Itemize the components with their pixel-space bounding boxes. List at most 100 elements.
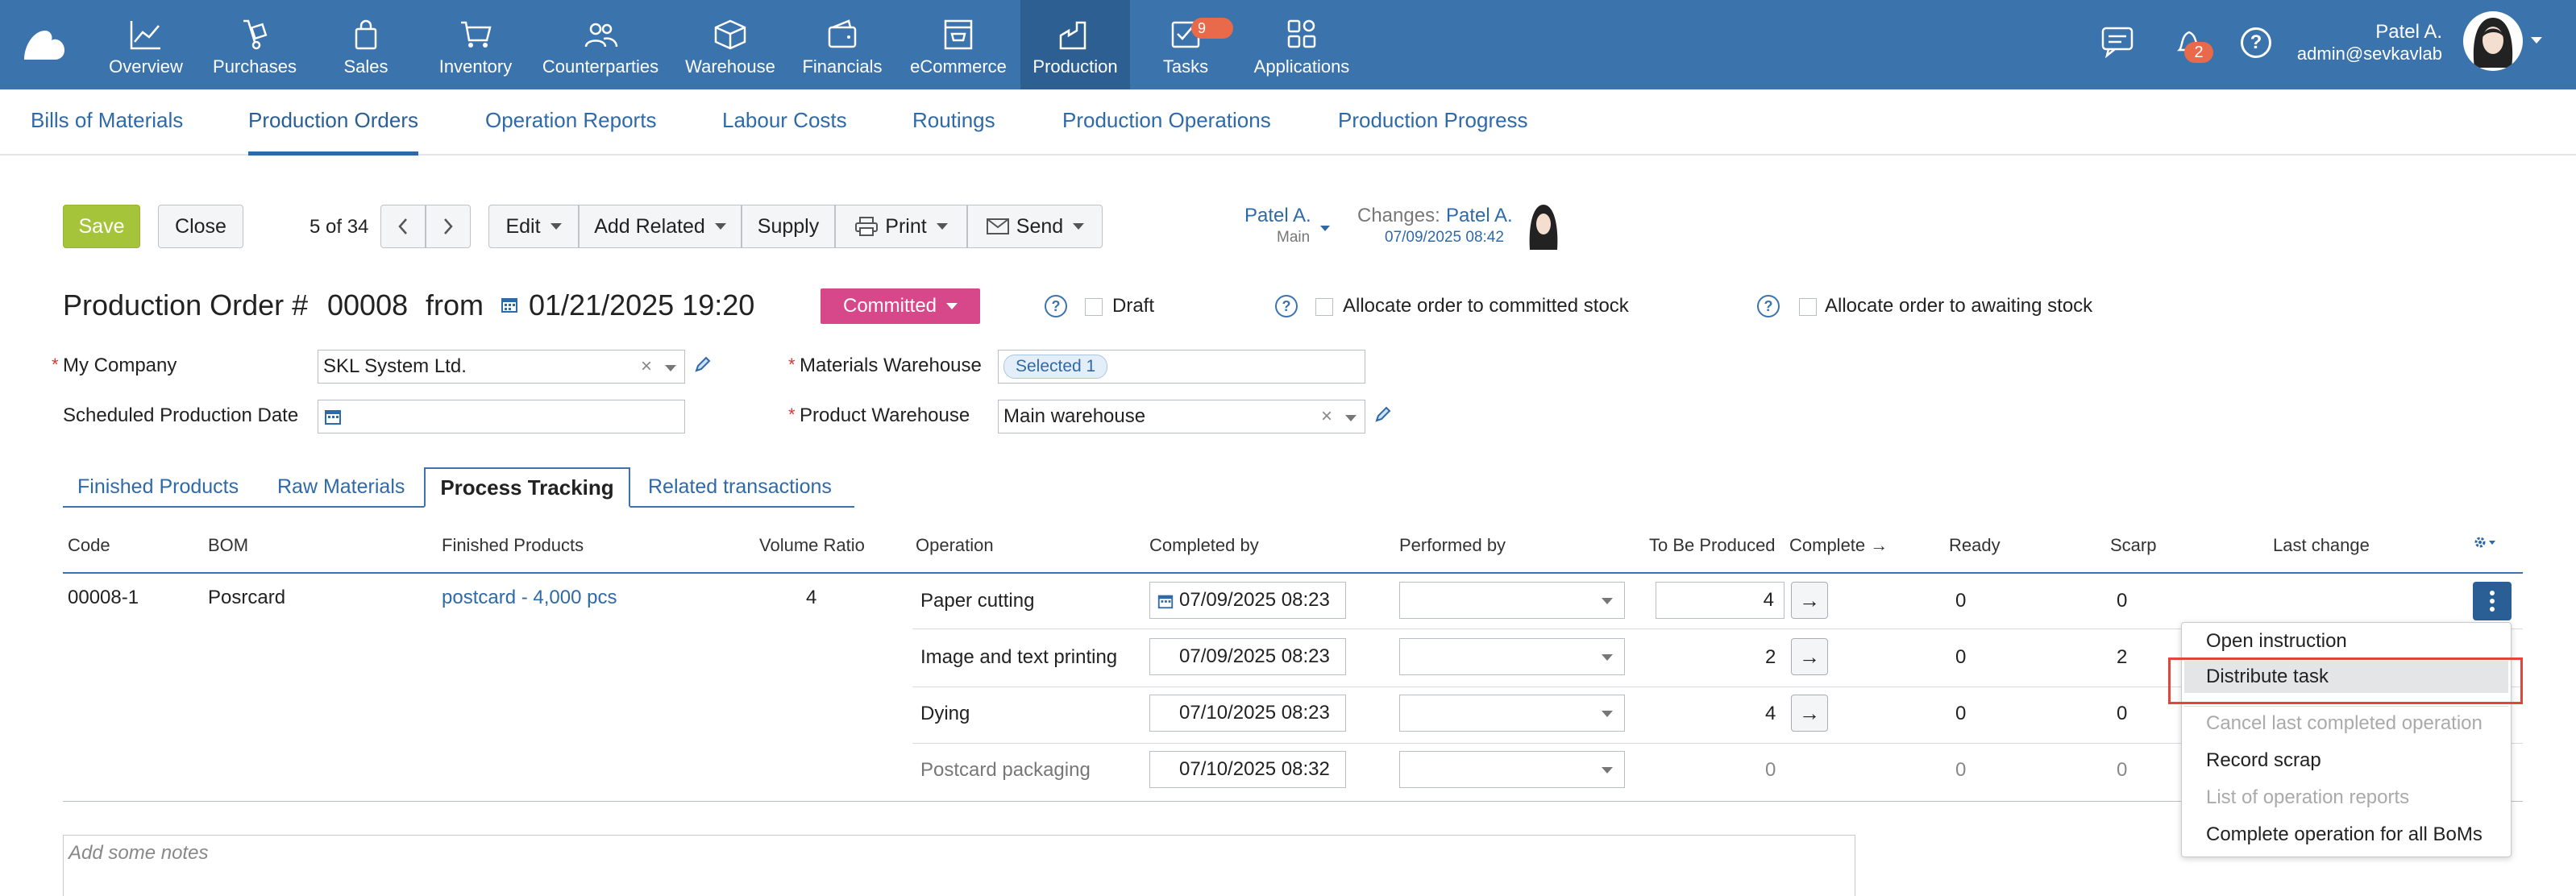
complete-arrow-button[interactable]: → <box>1791 582 1828 619</box>
caret-down-icon <box>714 223 726 230</box>
next-record-button[interactable] <box>426 205 471 248</box>
highlight-box <box>2168 657 2523 704</box>
row-actions-kebab-button[interactable] <box>2473 582 2512 620</box>
subnav-production-orders[interactable]: Production Orders <box>248 89 418 156</box>
subnav-bills-of-materials[interactable]: Bills of Materials <box>31 89 183 156</box>
clear-icon[interactable]: × <box>641 355 652 378</box>
table-bottom-line <box>63 801 2523 802</box>
performed-by-select[interactable] <box>1399 582 1625 619</box>
tab-related-transactions[interactable]: Related transactions <box>648 475 832 499</box>
tab-finished-products[interactable]: Finished Products <box>77 475 239 499</box>
tab-process-tracking[interactable]: Process Tracking <box>424 467 630 508</box>
avatar[interactable] <box>2463 11 2523 71</box>
nav-label: Warehouse <box>685 56 775 77</box>
scrap-value: 0 <box>2117 703 2128 724</box>
menu-open-instruction[interactable]: Open instruction <box>2206 630 2347 653</box>
completed-by-field[interactable]: 07/09/2025 08:23 <box>1149 638 1346 675</box>
status-dropdown[interactable]: Committed <box>821 288 980 324</box>
my-company-field[interactable]: SKL System Ltd. × <box>318 350 685 384</box>
nav-inventory[interactable]: Inventory <box>434 0 517 89</box>
nav-counterparties[interactable]: Counterparties <box>540 0 661 89</box>
nav-label: Production <box>1032 56 1118 77</box>
help-allocate-awaiting-icon[interactable]: ? <box>1757 295 1780 317</box>
operation-name: Postcard packaging <box>920 759 1091 781</box>
close-button[interactable]: Close <box>158 205 243 248</box>
help-allocate-committed-icon[interactable]: ? <box>1275 295 1298 317</box>
help-draft-icon[interactable]: ? <box>1045 295 1067 317</box>
materials-warehouse-field[interactable]: Selected 1 <box>998 350 1365 384</box>
to-be-produced-value[interactable]: 2 <box>1765 646 1776 669</box>
nav-production[interactable]: Production <box>1020 0 1130 89</box>
performed-by-select[interactable] <box>1399 751 1625 788</box>
row-finished-product-link[interactable]: postcard - 4,000 pcs <box>442 587 617 609</box>
notes-textarea[interactable]: Add some notes <box>63 835 1855 896</box>
to-be-produced-input[interactable]: 4 <box>1656 582 1785 619</box>
nav-warehouse[interactable]: Warehouse <box>682 0 779 89</box>
nav-ecommerce[interactable]: eCommerce <box>906 0 1011 89</box>
product-warehouse-field[interactable]: Main warehouse × <box>998 400 1365 433</box>
nav-sales[interactable]: Sales <box>326 0 406 89</box>
subnav-operation-reports[interactable]: Operation Reports <box>485 89 656 156</box>
responsible-name[interactable]: Patel A. <box>1244 205 1311 227</box>
previous-record-button[interactable] <box>380 205 426 248</box>
supply-button[interactable]: Supply <box>742 205 835 248</box>
add-related-dropdown-button[interactable]: Add Related <box>579 205 742 248</box>
subnav-routings[interactable]: Routings <box>912 89 995 156</box>
calendar-icon[interactable] <box>323 407 343 426</box>
nav-label: Overview <box>109 56 183 77</box>
completed-by-field[interactable]: 07/09/2025 08:23 <box>1149 582 1346 619</box>
performed-by-select[interactable] <box>1399 638 1625 675</box>
complete-arrow-button[interactable]: → <box>1791 695 1828 732</box>
print-dropdown-button[interactable]: Print <box>835 205 967 248</box>
materials-warehouse-tag[interactable]: Selected 1 <box>1003 355 1108 379</box>
menu-complete-all-boms[interactable]: Complete operation for all BoMs <box>2206 823 2483 846</box>
completed-by-field[interactable]: 07/10/2025 08:23 <box>1149 695 1346 732</box>
to-be-produced-value[interactable]: 4 <box>1765 703 1776 725</box>
save-button[interactable]: Save <box>63 205 140 248</box>
chevron-down-icon[interactable] <box>2531 37 2542 44</box>
allocate-awaiting-checkbox[interactable] <box>1799 298 1817 316</box>
row-bom: Posrcard <box>208 587 286 608</box>
logo[interactable] <box>21 24 68 63</box>
send-dropdown-button[interactable]: Send <box>967 205 1103 248</box>
ready-value: 0 <box>1955 646 1967 668</box>
tab-raw-materials[interactable]: Raw Materials <box>277 475 405 499</box>
nav-purchases[interactable]: Purchases <box>206 0 303 89</box>
chevron-down-icon[interactable] <box>665 365 676 371</box>
complete-arrow-button[interactable]: → <box>1791 638 1828 675</box>
subnav-production-progress[interactable]: Production Progress <box>1338 89 1528 156</box>
allocate-committed-checkbox[interactable] <box>1315 298 1333 316</box>
chevron-down-icon[interactable] <box>1345 415 1357 421</box>
col-completed-by: Completed by <box>1149 535 1259 555</box>
changes-user[interactable]: Patel A. <box>1446 205 1513 227</box>
nav-tasks[interactable]: Tasks <box>1141 0 1230 89</box>
menu-record-scrap[interactable]: Record scrap <box>2206 749 2321 772</box>
required-mark: * <box>52 355 59 375</box>
edit-warehouse-icon[interactable] <box>1373 404 1393 424</box>
responsible-chevron-icon[interactable] <box>1320 226 1330 231</box>
kebab-dot <box>2490 599 2495 604</box>
order-date[interactable]: 01/21/2025 19:20 <box>529 288 754 322</box>
subnav-labour-costs[interactable]: Labour Costs <box>722 89 847 156</box>
clear-icon[interactable]: × <box>1321 405 1332 428</box>
edit-dropdown-button[interactable]: Edit <box>488 205 579 248</box>
nav-label: Counterparties <box>542 56 659 77</box>
notifications-badge: 2 <box>2184 42 2213 63</box>
calendar-icon[interactable] <box>500 295 519 314</box>
arrow-right-icon: → <box>1870 535 1888 555</box>
draft-checkbox[interactable] <box>1085 298 1103 316</box>
help-icon[interactable]: ? <box>2241 27 2271 58</box>
subnav-production-operations[interactable]: Production Operations <box>1062 89 1271 156</box>
col-bom: BOM <box>208 535 249 555</box>
column-settings-gear-icon[interactable] <box>2473 535 2502 553</box>
nav-applications[interactable]: Applications <box>1241 0 1362 89</box>
nav-financials[interactable]: Financials <box>798 0 887 89</box>
chat-icon[interactable] <box>2100 26 2134 59</box>
performed-by-select[interactable] <box>1399 695 1625 732</box>
calendar-icon[interactable] <box>1157 592 1174 610</box>
scheduled-date-field[interactable] <box>318 400 685 433</box>
completed-by-field[interactable]: 07/10/2025 08:32 <box>1149 751 1346 788</box>
col-last-change: Last change <box>2273 535 2370 555</box>
edit-company-icon[interactable] <box>693 355 713 374</box>
nav-overview[interactable]: Overview <box>103 0 189 89</box>
